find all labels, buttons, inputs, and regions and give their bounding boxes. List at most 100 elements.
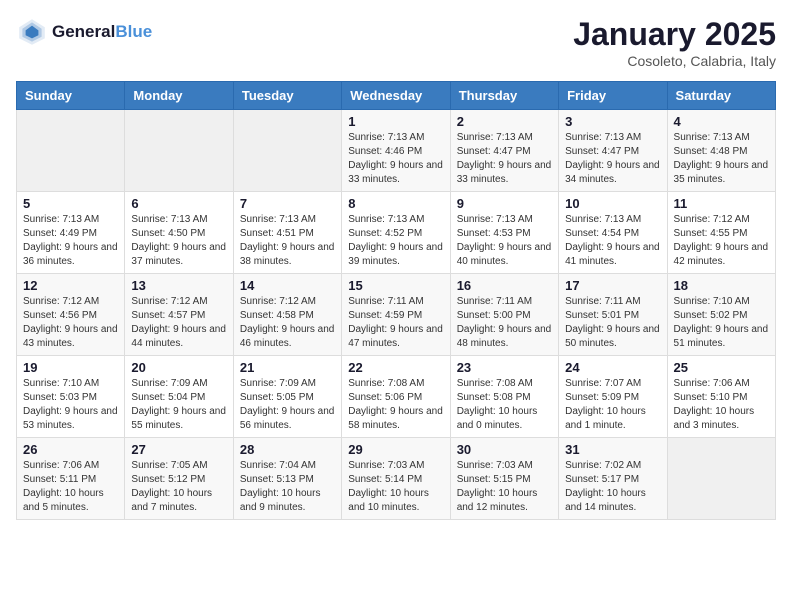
week-row-1: 1Sunrise: 7:13 AM Sunset: 4:46 PM Daylig… bbox=[17, 110, 776, 192]
day-number: 31 bbox=[565, 442, 660, 457]
day-number: 21 bbox=[240, 360, 335, 375]
day-info: Sunrise: 7:12 AM Sunset: 4:58 PM Dayligh… bbox=[240, 295, 335, 351]
calendar-cell: 21Sunrise: 7:09 AM Sunset: 5:05 PM Dayli… bbox=[233, 356, 341, 438]
calendar-cell: 7Sunrise: 7:13 AM Sunset: 4:51 PM Daylig… bbox=[233, 192, 341, 274]
day-number: 19 bbox=[23, 360, 118, 375]
calendar-cell: 18 Sunrise: 7:10 AM Sunset: 5:02 PM Dayli… bbox=[667, 274, 775, 356]
calendar-cell: 31 Sunrise: 7:02 AM Sunset: 5:17 PM Dayli… bbox=[559, 438, 667, 520]
logo: GeneralBlue bbox=[16, 16, 152, 48]
day-info: Sunrise: 7:11 AM Sunset: 5:01 PM Dayligh… bbox=[565, 295, 660, 351]
day-number: 5 bbox=[23, 196, 118, 211]
calendar-cell: 23Sunrise: 7:08 AM Sunset: 5:08 PM Dayli… bbox=[450, 356, 558, 438]
day-info: Sunrise: 7:04 AM Sunset: 5:13 PM Dayligh… bbox=[240, 459, 335, 515]
day-info: Sunrise: 7:10 AM Sunset: 5:02 PM Dayligh… bbox=[674, 295, 769, 351]
calendar-cell: 26Sunrise: 7:06 AM Sunset: 5:11 PM Dayli… bbox=[17, 438, 125, 520]
day-info: Sunrise: 7:11 AM Sunset: 5:00 PM Dayligh… bbox=[457, 295, 552, 351]
calendar-cell: 13Sunrise: 7:12 AM Sunset: 4:57 PM Dayli… bbox=[125, 274, 233, 356]
day-number: 20 bbox=[131, 360, 226, 375]
day-number: 3 bbox=[565, 114, 660, 129]
weekday-header-friday: Friday bbox=[559, 82, 667, 110]
week-row-2: 5 Sunrise: 7:13 AM Sunset: 4:49 PM Daylig… bbox=[17, 192, 776, 274]
calendar-cell: 10 Sunrise: 7:13 AM Sunset: 4:54 PM Dayli… bbox=[559, 192, 667, 274]
day-number: 8 bbox=[348, 196, 443, 211]
day-info: Sunrise: 7:13 AM Sunset: 4:47 PM Dayligh… bbox=[565, 131, 660, 187]
day-info: Sunrise: 7:08 AM Sunset: 5:06 PM Dayligh… bbox=[348, 377, 443, 433]
weekday-header-wednesday: Wednesday bbox=[342, 82, 450, 110]
day-info: Sunrise: 7:03 AM Sunset: 5:15 PM Dayligh… bbox=[457, 459, 552, 515]
day-info: Sunrise: 7:03 AM Sunset: 5:14 PM Dayligh… bbox=[348, 459, 443, 515]
day-number: 7 bbox=[240, 196, 335, 211]
day-info: Sunrise: 7:13 AM Sunset: 4:53 PM Dayligh… bbox=[457, 213, 552, 269]
calendar-cell: 28 Sunrise: 7:04 AM Sunset: 5:13 PM Dayli… bbox=[233, 438, 341, 520]
calendar-cell: 17 Sunrise: 7:11 AM Sunset: 5:01 PM Dayli… bbox=[559, 274, 667, 356]
day-number: 14 bbox=[240, 278, 335, 293]
calendar-cell: 19 Sunrise: 7:10 AM Sunset: 5:03 PM Dayli… bbox=[17, 356, 125, 438]
weekday-header-row: SundayMondayTuesdayWednesdayThursdayFrid… bbox=[17, 82, 776, 110]
calendar-cell: 22 Sunrise: 7:08 AM Sunset: 5:06 PM Dayli… bbox=[342, 356, 450, 438]
day-info: Sunrise: 7:13 AM Sunset: 4:54 PM Dayligh… bbox=[565, 213, 660, 269]
weekday-header-monday: Monday bbox=[125, 82, 233, 110]
day-number: 10 bbox=[565, 196, 660, 211]
day-number: 4 bbox=[674, 114, 769, 129]
calendar-cell: 24 Sunrise: 7:07 AM Sunset: 5:09 PM Dayli… bbox=[559, 356, 667, 438]
day-number: 25 bbox=[674, 360, 769, 375]
day-number: 27 bbox=[131, 442, 226, 457]
day-number: 6 bbox=[131, 196, 226, 211]
calendar-cell: 6 Sunrise: 7:13 AM Sunset: 4:50 PM Daylig… bbox=[125, 192, 233, 274]
calendar-cell: 5 Sunrise: 7:13 AM Sunset: 4:49 PM Daylig… bbox=[17, 192, 125, 274]
calendar-cell: 8 Sunrise: 7:13 AM Sunset: 4:52 PM Daylig… bbox=[342, 192, 450, 274]
day-number: 24 bbox=[565, 360, 660, 375]
day-info: Sunrise: 7:13 AM Sunset: 4:50 PM Dayligh… bbox=[131, 213, 226, 269]
day-number: 28 bbox=[240, 442, 335, 457]
day-number: 22 bbox=[348, 360, 443, 375]
day-info: Sunrise: 7:06 AM Sunset: 5:11 PM Dayligh… bbox=[23, 459, 118, 515]
calendar-cell: 15Sunrise: 7:11 AM Sunset: 4:59 PM Dayli… bbox=[342, 274, 450, 356]
day-number: 12 bbox=[23, 278, 118, 293]
weekday-header-sunday: Sunday bbox=[17, 82, 125, 110]
calendar-cell bbox=[233, 110, 341, 192]
day-number: 17 bbox=[565, 278, 660, 293]
day-number: 13 bbox=[131, 278, 226, 293]
calendar-cell: 1Sunrise: 7:13 AM Sunset: 4:46 PM Daylig… bbox=[342, 110, 450, 192]
title-block: January 2025 Cosoleto, Calabria, Italy bbox=[573, 16, 776, 69]
day-number: 9 bbox=[457, 196, 552, 211]
day-info: Sunrise: 7:13 AM Sunset: 4:48 PM Dayligh… bbox=[674, 131, 769, 187]
page-header: GeneralBlue January 2025 Cosoleto, Calab… bbox=[16, 16, 776, 69]
day-info: Sunrise: 7:09 AM Sunset: 5:04 PM Dayligh… bbox=[131, 377, 226, 433]
day-info: Sunrise: 7:11 AM Sunset: 4:59 PM Dayligh… bbox=[348, 295, 443, 351]
calendar-cell bbox=[17, 110, 125, 192]
weekday-header-tuesday: Tuesday bbox=[233, 82, 341, 110]
calendar-cell: 4 Sunrise: 7:13 AM Sunset: 4:48 PM Daylig… bbox=[667, 110, 775, 192]
week-row-5: 26Sunrise: 7:06 AM Sunset: 5:11 PM Dayli… bbox=[17, 438, 776, 520]
day-number: 16 bbox=[457, 278, 552, 293]
day-info: Sunrise: 7:06 AM Sunset: 5:10 PM Dayligh… bbox=[674, 377, 769, 433]
day-info: Sunrise: 7:05 AM Sunset: 5:12 PM Dayligh… bbox=[131, 459, 226, 515]
calendar-cell: 12 Sunrise: 7:12 AM Sunset: 4:56 PM Dayli… bbox=[17, 274, 125, 356]
calendar-cell: 30Sunrise: 7:03 AM Sunset: 5:15 PM Dayli… bbox=[450, 438, 558, 520]
day-number: 18 bbox=[674, 278, 769, 293]
month-title: January 2025 bbox=[573, 16, 776, 53]
day-info: Sunrise: 7:13 AM Sunset: 4:49 PM Dayligh… bbox=[23, 213, 118, 269]
day-info: Sunrise: 7:07 AM Sunset: 5:09 PM Dayligh… bbox=[565, 377, 660, 433]
weekday-header-thursday: Thursday bbox=[450, 82, 558, 110]
calendar-cell: 20 Sunrise: 7:09 AM Sunset: 5:04 PM Dayli… bbox=[125, 356, 233, 438]
day-number: 29 bbox=[348, 442, 443, 457]
week-row-4: 19 Sunrise: 7:10 AM Sunset: 5:03 PM Dayli… bbox=[17, 356, 776, 438]
calendar-cell: 11Sunrise: 7:12 AM Sunset: 4:55 PM Dayli… bbox=[667, 192, 775, 274]
calendar-cell: 3 Sunrise: 7:13 AM Sunset: 4:47 PM Daylig… bbox=[559, 110, 667, 192]
day-info: Sunrise: 7:12 AM Sunset: 4:55 PM Dayligh… bbox=[674, 213, 769, 269]
day-info: Sunrise: 7:10 AM Sunset: 5:03 PM Dayligh… bbox=[23, 377, 118, 433]
calendar-cell bbox=[667, 438, 775, 520]
calendar-cell: 29 Sunrise: 7:03 AM Sunset: 5:14 PM Dayli… bbox=[342, 438, 450, 520]
day-info: Sunrise: 7:02 AM Sunset: 5:17 PM Dayligh… bbox=[565, 459, 660, 515]
day-info: Sunrise: 7:08 AM Sunset: 5:08 PM Dayligh… bbox=[457, 377, 552, 433]
day-info: Sunrise: 7:12 AM Sunset: 4:56 PM Dayligh… bbox=[23, 295, 118, 351]
location: Cosoleto, Calabria, Italy bbox=[573, 53, 776, 69]
day-info: Sunrise: 7:13 AM Sunset: 4:46 PM Dayligh… bbox=[348, 131, 443, 187]
calendar-cell bbox=[125, 110, 233, 192]
logo-text: GeneralBlue bbox=[52, 22, 152, 42]
day-info: Sunrise: 7:13 AM Sunset: 4:47 PM Dayligh… bbox=[457, 131, 552, 187]
calendar-table: SundayMondayTuesdayWednesdayThursdayFrid… bbox=[16, 81, 776, 520]
logo-icon bbox=[16, 16, 48, 48]
day-info: Sunrise: 7:13 AM Sunset: 4:52 PM Dayligh… bbox=[348, 213, 443, 269]
